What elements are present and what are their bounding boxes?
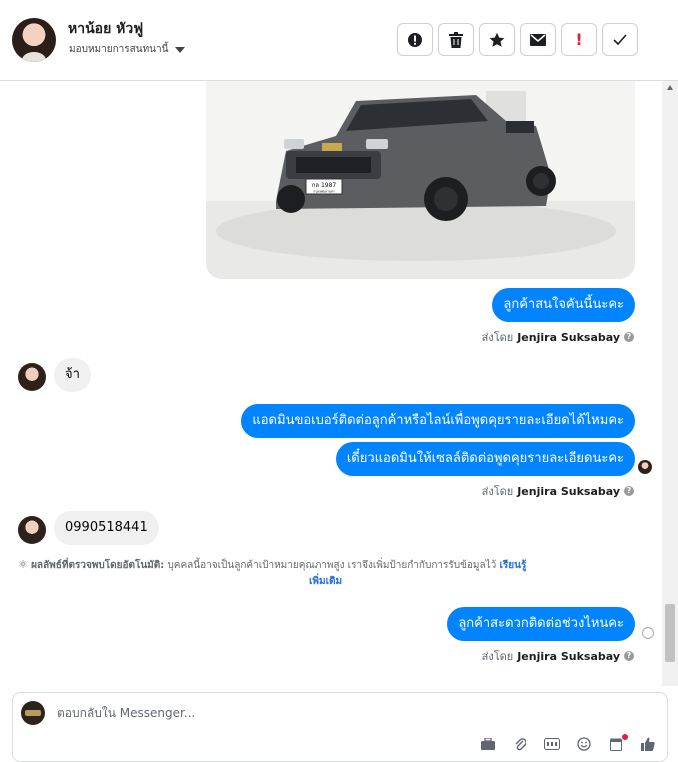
- info-icon[interactable]: ?: [624, 332, 634, 342]
- mark-spam-button[interactable]: [397, 23, 433, 56]
- info-icon[interactable]: ?: [624, 651, 634, 661]
- smiley-icon: [577, 737, 591, 751]
- composer-tools: [479, 734, 657, 753]
- outgoing-message[interactable]: แอดมินขอเบอร์ติดต่อลูกค้าหรือไลน์เพื่อพู…: [241, 404, 635, 438]
- incoming-message[interactable]: จ้า: [54, 358, 91, 392]
- checkmark-icon: [613, 33, 627, 45]
- page-avatar: [21, 701, 45, 725]
- sent-by-name: Jenjira Suksabay: [517, 649, 620, 663]
- sent-by-prefix: ส่งโดย: [481, 485, 514, 498]
- emoji-button[interactable]: [575, 735, 593, 753]
- car-photo-attachment[interactable]: กล 1987 กรุงเทพมหานคร: [206, 81, 635, 279]
- envelope-icon: [530, 33, 546, 46]
- sent-by-name: Jenjira Suksabay: [517, 330, 620, 344]
- delete-button[interactable]: [438, 23, 474, 56]
- reply-composer: [12, 692, 668, 762]
- contact-avatar[interactable]: [12, 18, 56, 62]
- auto-detected-note: ⚛ ผลลัพธ์ที่ตรวจพบโดยอัตโนมัติ: บุคคลนี้…: [18, 557, 648, 590]
- caret-down-icon: [175, 46, 186, 53]
- reply-input[interactable]: [57, 706, 617, 720]
- like-button[interactable]: [639, 735, 657, 753]
- outgoing-message[interactable]: ลูกค้าสนใจคันนี้นะคะ: [492, 288, 635, 322]
- learn-more-link-continued[interactable]: เพิ่มเติม: [309, 576, 342, 587]
- auto-detected-text: บุคคลนี้อาจเป็นลูกค้าเป้าหมายคุณภาพสูง เ…: [167, 560, 497, 571]
- star-button[interactable]: [479, 23, 515, 56]
- message-thread[interactable]: กล 1987 กรุงเทพมหานคร ลูกค้าสนใจคันนี้นะ…: [0, 81, 662, 686]
- scrollbar-thumb[interactable]: [665, 604, 675, 662]
- incoming-message[interactable]: 0990518441: [54, 511, 159, 545]
- read-receipt-avatar: [638, 460, 652, 474]
- sent-by-name: Jenjira Suksabay: [517, 484, 620, 498]
- exclamation-icon: !: [575, 30, 583, 49]
- sent-status-icon: [642, 627, 654, 639]
- sent-by-prefix: ส่งโดย: [481, 331, 514, 344]
- sent-by-prefix: ส่งโดย: [481, 650, 514, 663]
- outgoing-message[interactable]: เดี๋ยวแอดมินให้เซลล์ติดต่อพูดคุยรายละเอี…: [335, 442, 635, 476]
- mark-unread-button[interactable]: [520, 23, 556, 56]
- scroll-up-arrow-icon[interactable]: [667, 85, 673, 90]
- notification-dot: [622, 734, 628, 740]
- sent-by-label: ส่งโดย Jenjira Suksabay ?: [482, 647, 634, 665]
- mark-done-button[interactable]: [602, 23, 638, 56]
- gif-icon: [544, 738, 560, 750]
- info-icon[interactable]: ?: [624, 486, 634, 496]
- contact-avatar-small: [18, 363, 46, 391]
- follow-up-button[interactable]: !: [561, 23, 597, 56]
- attach-button[interactable]: [511, 735, 529, 753]
- license-plate-text: กล 1987: [312, 182, 337, 189]
- conversation-header: หาน้อย หัวฟู มอบหมายการสนทนานี้ !: [0, 0, 678, 81]
- trash-icon: [449, 31, 463, 48]
- outgoing-message[interactable]: ลูกค้าสะดวกติดต่อช่วงไหนคะ: [447, 607, 635, 641]
- thumbs-up-icon: [641, 737, 655, 751]
- assign-label: มอบหมายการสนทนานี้: [69, 44, 169, 55]
- alert-icon: [408, 32, 422, 47]
- contact-avatar-small: [18, 516, 46, 544]
- briefcase-icon: [481, 738, 495, 750]
- thread-scrollbar[interactable]: [662, 81, 678, 686]
- gif-button[interactable]: [543, 735, 561, 753]
- learn-more-link[interactable]: เรียนรู้: [499, 560, 526, 571]
- pickup-truck-image: กล 1987 กรุงเทพมหานคร: [206, 81, 635, 279]
- contact-name[interactable]: หาน้อย หัวฟู: [68, 18, 143, 40]
- assign-conversation-dropdown[interactable]: มอบหมายการสนทนานี้: [69, 42, 186, 57]
- header-actions: !: [397, 23, 638, 56]
- star-icon: [489, 32, 505, 47]
- saved-replies-button[interactable]: [479, 735, 497, 753]
- sent-by-label: ส่งโดย Jenjira Suksabay ?: [482, 328, 634, 346]
- paperclip-icon: [515, 738, 526, 751]
- calendar-icon: [610, 738, 622, 751]
- appointment-button[interactable]: [607, 734, 628, 753]
- atom-icon: ⚛: [18, 558, 28, 571]
- sent-by-label: ส่งโดย Jenjira Suksabay ?: [482, 482, 634, 500]
- auto-detected-title: ผลลัพธ์ที่ตรวจพบโดยอัตโนมัติ:: [31, 560, 165, 571]
